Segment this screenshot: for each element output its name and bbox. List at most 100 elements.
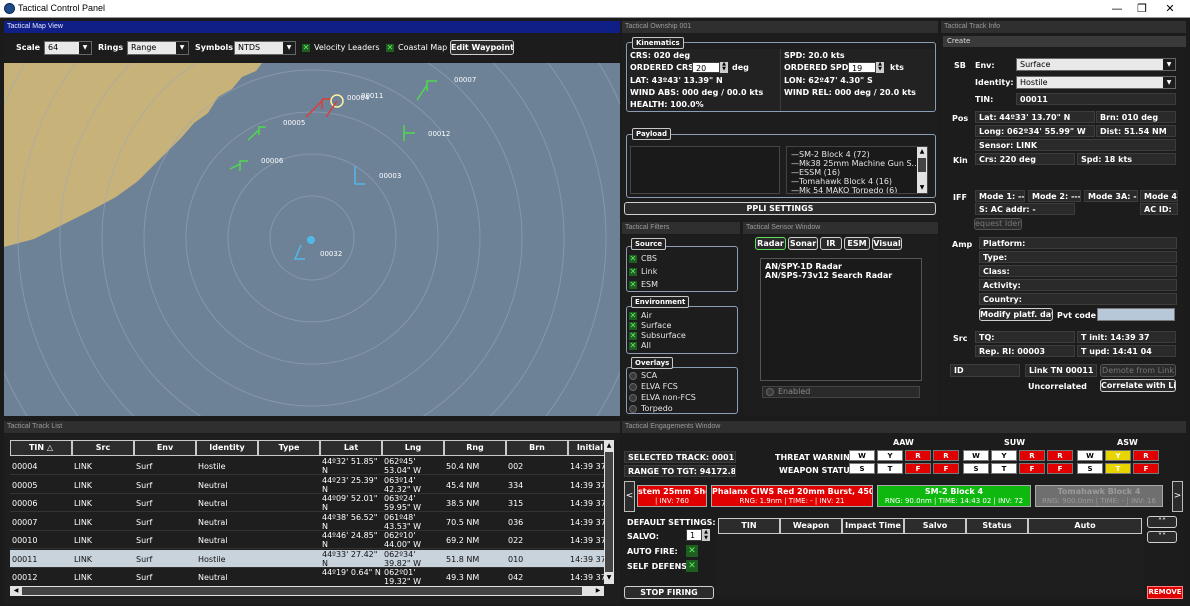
request-ident-button[interactable]: equest Iden [974,218,1022,230]
weapon-status-cell[interactable]: S [963,463,989,474]
table-row[interactable]: 00007 LINK Surf Neutral 44º38' 56.52" N 061º48… [10,513,604,531]
payload-list[interactable]: —SM-2 Block 4 (72) —Mk38 25mm Machine Gu… [786,146,928,194]
env-surface-toggle[interactable]: ✕ Surface [629,321,671,330]
scroll-right-icon[interactable]: ▶ [594,587,602,595]
tab-visual[interactable]: Visual [872,237,902,250]
column-header-eng-tin[interactable]: TIN [718,518,780,534]
threat-warning-cell[interactable]: W [849,450,875,461]
threat-warning-cell[interactable]: W [1077,450,1103,461]
payload-item[interactable]: —Mk 54 MAKO Torpedo (6) [791,186,897,193]
column-header-identity[interactable]: Identity [196,440,258,456]
scroll-thumb[interactable] [605,452,613,572]
sensor-item[interactable]: AN/SPS-73v12 Search Radar [765,271,892,280]
payload-scrollbar[interactable]: ▲ ▼ [917,147,927,193]
overlay-elva-fcs-radio[interactable]: ELVA FCS [629,382,678,391]
threat-warning-cell[interactable]: R [933,450,959,461]
weapon-status-cell[interactable]: S [849,463,875,474]
column-header-impact-time[interactable]: Impact Time [842,518,904,534]
ordered-spd-input[interactable]: 19 [848,62,876,73]
overlay-sca-radio[interactable]: SCA [629,371,657,380]
pvt-code-input[interactable] [1097,308,1175,321]
source-cbs-toggle[interactable]: ✕ CBS [629,254,657,263]
ordered-crs-stepper[interactable]: ▲ ▼ [720,62,728,73]
auto-fire-checkbox[interactable]: ✕ [686,545,698,557]
threat-warning-cell[interactable]: Y [877,450,903,461]
symbols-select[interactable]: NTDS ▼ [234,41,296,55]
weapon-card-sm2[interactable]: SM-2 Block 4 RNG: 90.0nm | TIME: 14:43 02… [877,485,1031,507]
scroll-down-icon[interactable]: ▼ [918,184,926,192]
table-row[interactable]: 00004 LINK Surf Hostile 44º32' 51.85" N 062º45… [10,457,604,475]
payload-item[interactable]: —Mk38 25mm Machine Gun S... [791,159,919,168]
column-header-lng[interactable]: Lng [382,440,444,456]
env-air-toggle[interactable]: ✕ Air [629,311,652,320]
scroll-thumb[interactable] [22,587,582,595]
weapons-scroll-right-button[interactable]: > [1172,481,1183,512]
table-row[interactable]: 00011 LINK Surf Hostile 44º33' 27.42" N 062º34… [10,549,604,568]
maximize-button[interactable]: ❐ [1130,1,1154,16]
move-up-button[interactable]: ˄˄ [1147,516,1177,528]
scroll-up-icon[interactable]: ▲ [918,148,926,156]
scroll-up-icon[interactable]: ▲ [605,442,613,450]
scroll-down-icon[interactable]: ▼ [605,574,613,582]
scroll-thumb[interactable] [918,158,926,172]
scale-select[interactable]: 64 ▼ [44,41,92,55]
self-defense-checkbox[interactable]: ✕ [686,560,698,572]
column-header-brn[interactable]: Brn [506,440,568,456]
weapon-status-cell[interactable]: T [877,463,903,474]
column-header-salvo[interactable]: Salvo [904,518,966,534]
column-header-initial-time[interactable]: Initial T [568,440,604,456]
correlate-with-link-button[interactable]: Correlate with Link [1100,379,1176,392]
threat-warning-cell[interactable]: R [1133,450,1159,461]
modify-platform-button[interactable]: Modify platf. data [979,308,1053,321]
create-tab[interactable]: Create [943,36,1186,47]
env-all-toggle[interactable]: ✕ All [629,341,651,350]
env-subsurface-toggle[interactable]: ✕ Subsurface [629,331,686,340]
table-row[interactable]: 00012 LINK Surf Neutral 44º19' 0.64" N 062º01… [10,568,604,584]
overlay-torpedo-radio[interactable]: Torpedo [629,404,673,413]
track-list-hscroll[interactable]: ◀ ▶ [10,586,604,596]
payload-item[interactable]: —Tomahawk Block 4 (16) [791,177,892,186]
payload-item[interactable]: —SM-2 Block 4 (72) [791,150,870,159]
table-row[interactable]: 00010 LINK Surf Neutral 44º46' 24.85" N 062º10… [10,531,604,549]
weapon-status-cell[interactable]: F [933,463,959,474]
weapon-status-cell[interactable]: F [1019,463,1045,474]
sensor-list[interactable]: AN/SPY-1D Radar AN/SPS-73v12 Search Rada… [760,258,922,381]
remove-button[interactable]: REMOVE [1147,586,1183,599]
tab-radar[interactable]: Radar [755,237,786,250]
column-header-lat[interactable]: Lat [320,440,382,456]
tactical-map-canvas[interactable]: 00007 00004 00011 00005 00012 00006 0000… [4,63,620,416]
velocity-leaders-toggle[interactable]: ✕ Velocity Leaders [302,43,380,52]
ordered-crs-input[interactable]: 20 [692,62,720,73]
threat-warning-cell[interactable]: W [963,450,989,461]
weapon-status-cell[interactable]: T [991,463,1017,474]
tab-esm[interactable]: ESM [844,237,870,250]
weapon-status-cell[interactable]: F [1133,463,1159,474]
threat-warning-cell[interactable]: R [1019,450,1045,461]
track-list-vscroll[interactable]: ▲ ▼ [604,440,614,584]
weapons-scroll-left-button[interactable]: < [624,481,635,512]
weapon-status-cell[interactable]: F [1047,463,1073,474]
weapon-status-cell[interactable]: T [1105,463,1131,474]
rings-select[interactable]: Range ▼ [127,41,189,55]
sensor-enabled-toggle[interactable]: Enabled [762,386,920,398]
column-header-type[interactable]: Type [258,440,320,456]
column-header-auto[interactable]: Auto [1028,518,1142,534]
weapon-status-cell[interactable]: S [1077,463,1103,474]
env-select[interactable]: Surface ▼ [1016,58,1176,71]
close-button[interactable]: ✕ [1158,1,1182,16]
ppli-settings-button[interactable]: PPLI SETTINGS [624,202,936,215]
minimize-button[interactable]: — [1105,1,1129,16]
weapon-card-25mm[interactable]: stem 25mm Shell| INV: 760 [637,485,707,507]
tab-ir[interactable]: IR [820,237,842,250]
salvo-input[interactable]: 1 [686,529,702,541]
move-down-button[interactable]: ˅˅ [1147,531,1177,543]
column-header-tin[interactable]: TIN △ [10,440,72,456]
coastal-map-toggle[interactable]: ✕ Coastal Map [386,43,447,52]
threat-warning-cell[interactable]: R [905,450,931,461]
identity-select[interactable]: Hostile ▼ [1016,76,1176,89]
sensor-item[interactable]: AN/SPY-1D Radar [765,262,842,271]
column-header-weapon[interactable]: Weapon [780,518,842,534]
weapon-card-phalanx[interactable]: Phalanx CIWS Red 20mm Burst, 4500rpmRNG:… [711,485,873,507]
threat-warning-cell[interactable]: R [1047,450,1073,461]
ordered-spd-stepper[interactable]: ▲ ▼ [876,62,884,73]
